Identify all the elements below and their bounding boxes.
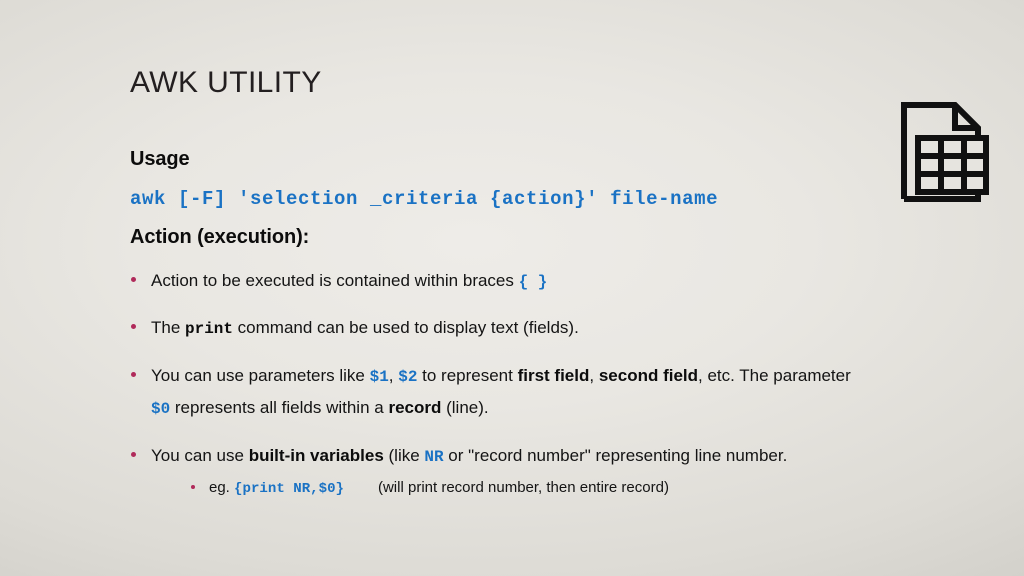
list-item: You can use built-in variables (like NR … xyxy=(130,440,870,502)
body-text: or "record number" representing line num… xyxy=(443,445,788,465)
spreadsheet-file-icon xyxy=(898,100,990,204)
body-text: eg. xyxy=(209,479,235,497)
inline-code: print xyxy=(185,320,233,339)
slide-body: Usage awk [-F] 'selection _criteria {act… xyxy=(130,148,870,517)
body-text: , xyxy=(589,365,599,385)
inline-code-accent: NR xyxy=(424,447,444,466)
inline-code-accent: $0 xyxy=(151,400,171,419)
emphasis-text: first field xyxy=(517,365,590,385)
list-item: Action to be executed is contained withi… xyxy=(130,265,870,297)
sub-list-item: eg. {print NR,$0} (will print record numb… xyxy=(189,475,870,502)
body-text: (line). xyxy=(441,398,489,418)
body-text: You can use parameters like xyxy=(151,365,370,385)
body-text: to represent xyxy=(417,365,518,385)
body-text: represents all fields within a xyxy=(170,398,389,418)
body-text: command can be used to display text (fie… xyxy=(232,318,579,338)
inline-code-accent: $1 xyxy=(369,367,389,386)
bullet-list: Action to be executed is contained withi… xyxy=(130,265,870,502)
sub-bullet-list: eg. {print NR,$0} (will print record numb… xyxy=(151,475,870,502)
list-item: The print command can be used to display… xyxy=(130,312,870,344)
inline-code-accent: {print NR,$0} xyxy=(234,481,344,498)
page-title: AWK UTILITY xyxy=(130,66,322,99)
body-text: (like xyxy=(383,445,425,465)
body-text: , xyxy=(388,365,399,385)
inline-code-accent: { } xyxy=(518,273,548,291)
body-text: Action to be executed is contained withi… xyxy=(151,271,519,290)
slide-canvas: AWK UTILITY Usage awk [-F] 'selection _c… xyxy=(0,0,1024,576)
body-text: , etc. The parameter xyxy=(698,365,851,385)
body-text: (will print record number, then entire r… xyxy=(377,479,669,497)
emphasis-text: record xyxy=(388,398,442,418)
body-text: The xyxy=(151,318,186,338)
list-item: You can use parameters like $1, $2 to re… xyxy=(130,360,870,425)
inline-code-accent: $2 xyxy=(398,367,418,386)
emphasis-text: second field xyxy=(598,365,699,385)
body-text: You can use xyxy=(151,445,249,465)
usage-syntax-code: awk [-F] 'selection _criteria {action}' … xyxy=(130,188,719,210)
usage-heading: Usage xyxy=(130,148,190,170)
emphasis-text: built-in variables xyxy=(248,445,384,465)
action-heading: Action (execution): xyxy=(130,226,310,248)
